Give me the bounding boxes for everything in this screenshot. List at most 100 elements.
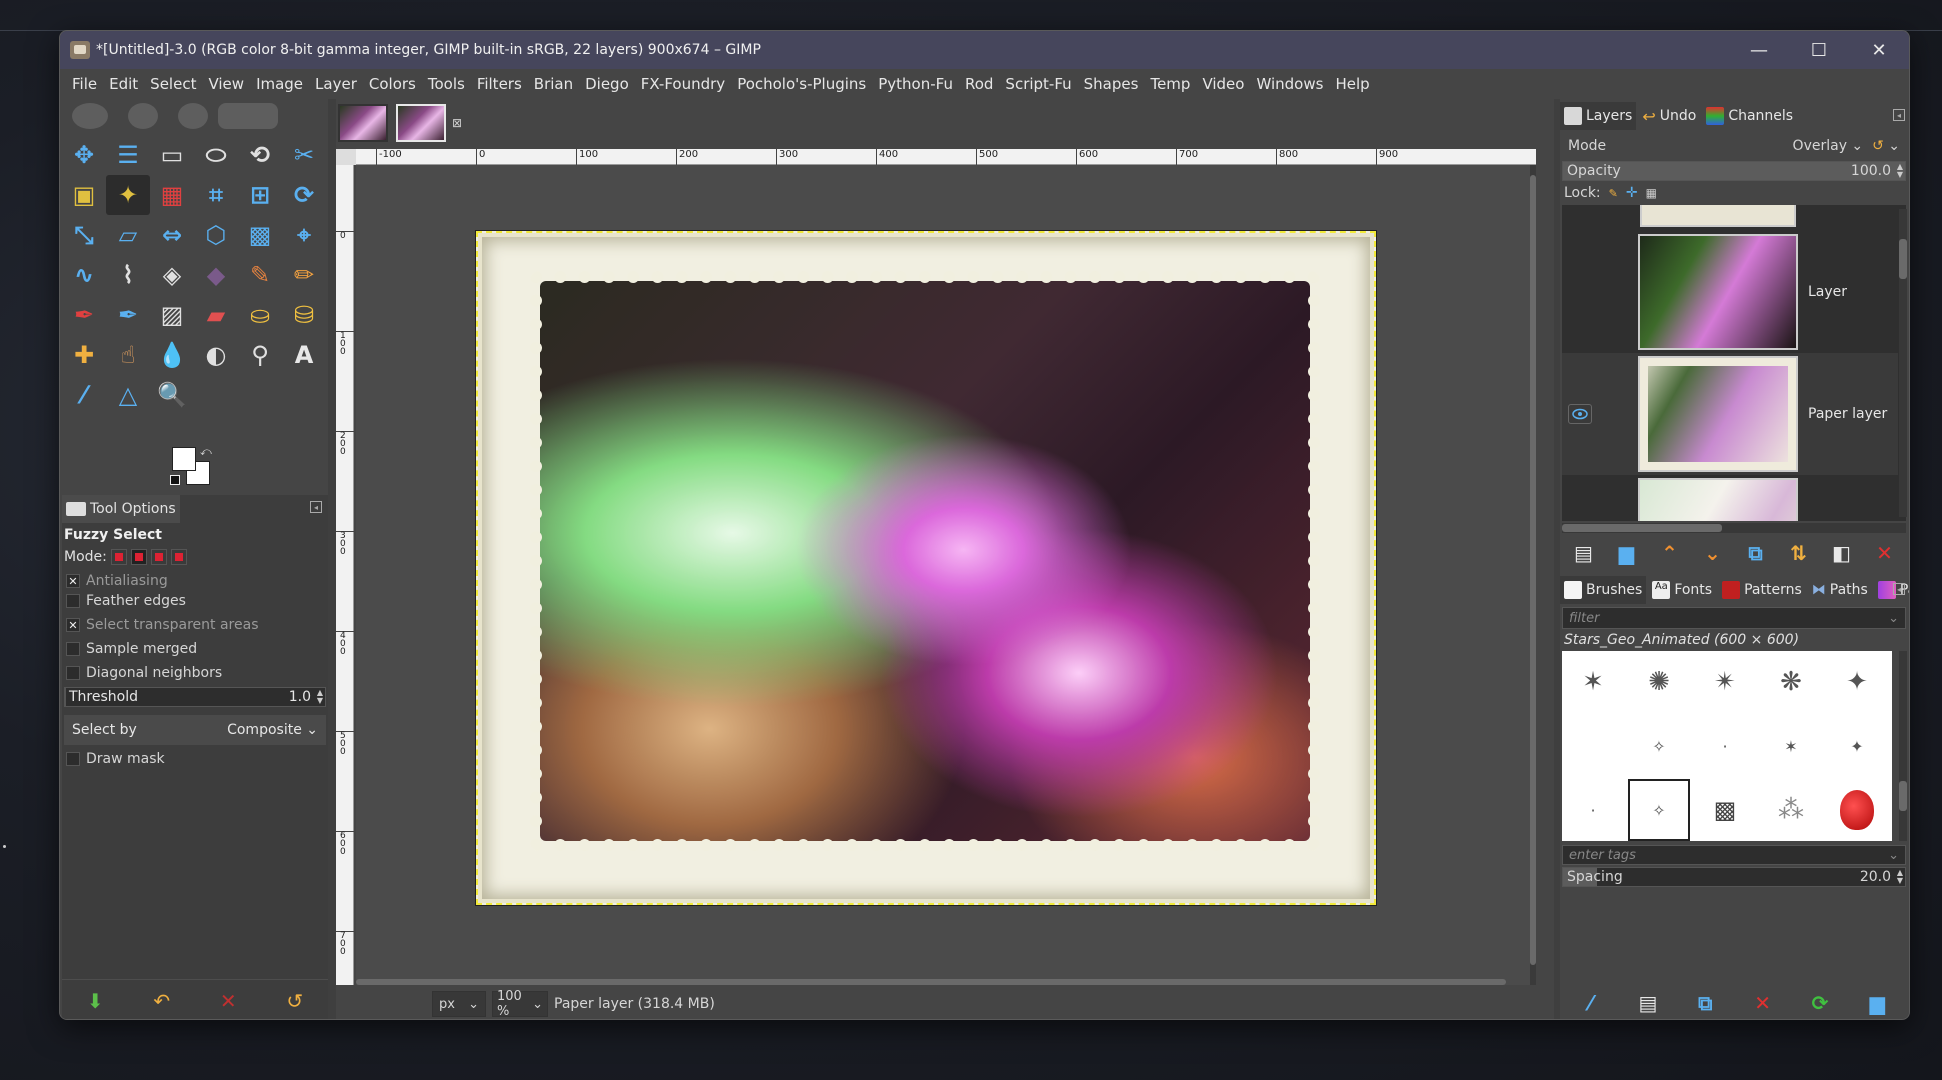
tool-button[interactable]: ▨	[150, 295, 194, 335]
brush-swatch[interactable]: ✶	[1760, 715, 1822, 777]
brushes-scrollbar[interactable]	[1899, 651, 1907, 841]
diagonal-neighbors-option[interactable]: Diagonal neighbors	[66, 665, 222, 681]
delete-layer-icon[interactable]: ✕	[1871, 539, 1899, 567]
close-tab-icon[interactable]: ⊠	[452, 116, 462, 130]
brush-swatch[interactable]	[1826, 779, 1888, 841]
merge-layer-icon[interactable]: ⇅	[1785, 539, 1813, 567]
save-options-icon[interactable]: ⬇	[82, 988, 108, 1014]
mode-intersect-button[interactable]	[170, 549, 187, 565]
maximize-button[interactable]: ☐	[1789, 31, 1849, 69]
brush-swatch[interactable]	[1562, 715, 1624, 777]
new-layer-group-icon[interactable]: ▆	[1613, 539, 1641, 567]
diagonal-neighbors-checkbox[interactable]	[66, 666, 80, 680]
menu-brian[interactable]: Brian	[528, 75, 579, 93]
spacing-slider[interactable]: Spacing 20.0 ▲ ▼	[1562, 867, 1906, 887]
image-tab-2[interactable]	[396, 104, 446, 142]
layers-list[interactable]: Layer Paper layer	[1562, 205, 1906, 521]
brushes-scroll-thumb[interactable]	[1899, 781, 1907, 811]
menu-fx-foundry[interactable]: FX-Foundry	[635, 75, 731, 93]
mode-replace-button[interactable]	[110, 549, 127, 565]
brush-swatch[interactable]: ✧	[1628, 715, 1690, 777]
mode-add-button[interactable]	[130, 549, 147, 565]
tool-button[interactable]: ▭	[150, 135, 194, 175]
layer-row[interactable]	[1562, 475, 1898, 521]
swap-colors-icon[interactable]: ⤺	[200, 445, 212, 459]
antialiasing-checkbox[interactable]: ✕	[66, 574, 80, 588]
menu-colors[interactable]: Colors	[363, 75, 422, 93]
tool-button[interactable]: ▩	[238, 215, 282, 255]
menu-video[interactable]: Video	[1196, 75, 1250, 93]
tool-button[interactable]: ⌗	[194, 175, 238, 215]
brush-swatch[interactable]: ✧	[1628, 779, 1690, 841]
feather-edges-checkbox[interactable]	[66, 594, 80, 608]
layer-name[interactable]: Paper layer	[1808, 406, 1887, 422]
draw-mask-option[interactable]: Draw mask	[66, 751, 165, 767]
tool-button[interactable]: ⬡	[194, 215, 238, 255]
ruler-corner[interactable]	[336, 149, 356, 165]
tool-button[interactable]: ⌖	[282, 215, 326, 255]
menu-diego[interactable]: Diego	[579, 75, 635, 93]
vertical-ruler[interactable]: 0 1 0 0 2 0 0 3 0 0 4 0 0 5 0 0 6 0 0 7 0 0	[336, 165, 354, 985]
tool-button[interactable]: ∿	[62, 255, 106, 295]
menu-rod[interactable]: Rod	[959, 75, 999, 93]
tool-button[interactable]: ✂	[282, 135, 326, 175]
delete-options-icon[interactable]: ✕	[215, 988, 241, 1014]
image-boundary[interactable]	[475, 230, 1377, 906]
default-colors-icon[interactable]	[170, 475, 180, 485]
tool-button[interactable]: ✎	[238, 255, 282, 295]
lock-alpha-icon[interactable]: ▦	[1646, 186, 1657, 200]
close-button[interactable]: ✕	[1849, 31, 1909, 69]
brush-swatch[interactable]: ▩	[1694, 779, 1756, 841]
refresh-brushes-icon[interactable]: ⟳	[1806, 989, 1834, 1017]
tool-button[interactable]: ▣	[62, 175, 106, 215]
layer-name[interactable]: Layer	[1808, 284, 1847, 300]
tool-button[interactable]: ⛁	[282, 295, 326, 335]
brush-swatch[interactable]: ·	[1562, 779, 1624, 841]
tab-channels[interactable]: Channels	[1702, 102, 1797, 130]
restore-options-icon[interactable]: ↶	[149, 988, 175, 1014]
tool-button[interactable]: ⇔	[150, 215, 194, 255]
mode-subtract-button[interactable]	[150, 549, 167, 565]
tool-button[interactable]: ◐	[194, 335, 238, 375]
tool-button[interactable]: ⟳	[282, 175, 326, 215]
title-bar[interactable]: *[Untitled]-3.0 (RGB color 8-bit gamma i…	[60, 31, 1909, 69]
duplicate-brush-icon[interactable]: ⧉	[1691, 989, 1719, 1017]
brush-swatch[interactable]: ·	[1694, 715, 1756, 777]
menu-layer[interactable]: Layer	[309, 75, 363, 93]
horizontal-ruler[interactable]: -100 0 100 200 300 400 500 600 700 800 900	[356, 149, 1536, 165]
spacing-spin-icon[interactable]: ▲ ▼	[1897, 869, 1903, 885]
tool-button[interactable]: ✏	[282, 255, 326, 295]
draw-mask-checkbox[interactable]	[66, 752, 80, 766]
reset-options-icon[interactable]: ↺	[282, 988, 308, 1014]
tool-button[interactable]: ✒	[106, 295, 150, 335]
menu-help[interactable]: Help	[1329, 75, 1375, 93]
tab-brushes[interactable]: Brushes	[1560, 576, 1647, 604]
tool-button[interactable]: ◈	[150, 255, 194, 295]
tool-button[interactable]: ◆	[194, 255, 238, 295]
tool-button[interactable]: A	[282, 335, 326, 375]
dock-menu-icon[interactable]: ◂	[1893, 583, 1905, 595]
feather-edges-option[interactable]: Feather edges	[66, 593, 186, 609]
tool-button[interactable]: ✚	[62, 335, 106, 375]
select-transparent-checkbox[interactable]: ✕	[66, 618, 80, 632]
tool-button[interactable]: ⬭	[194, 135, 238, 175]
vertical-scroll-thumb[interactable]	[1530, 175, 1536, 965]
layers-scrollbar[interactable]	[1899, 209, 1907, 517]
menu-temp[interactable]: Temp	[1144, 75, 1196, 93]
tab-fonts[interactable]: Aa Fonts	[1648, 576, 1716, 604]
threshold-spin-icon[interactable]: ▲ ▼	[317, 689, 323, 705]
raise-layer-icon[interactable]: ⌃	[1656, 539, 1684, 567]
brush-tags-field[interactable]: enter tags ⌄	[1562, 845, 1906, 865]
brush-filter-field[interactable]: filter ⌄	[1562, 607, 1906, 629]
brush-swatch[interactable]: ✦	[1826, 715, 1888, 777]
duplicate-layer-icon[interactable]: ⧉	[1742, 539, 1770, 567]
menu-image[interactable]: Image	[250, 75, 309, 93]
antialiasing-option[interactable]: ✕ Antialiasing	[66, 573, 168, 589]
tab-paths[interactable]: ⧓ Paths	[1808, 576, 1872, 604]
brush-swatch[interactable]: ❋	[1760, 651, 1822, 713]
opacity-spin-icon[interactable]: ▲ ▼	[1897, 163, 1903, 179]
layers-h-scroll-thumb[interactable]	[1562, 524, 1722, 532]
menu-edit[interactable]: Edit	[103, 75, 144, 93]
edit-brush-icon[interactable]: ⁄	[1577, 989, 1605, 1017]
new-layer-icon[interactable]: ▤	[1570, 539, 1598, 567]
